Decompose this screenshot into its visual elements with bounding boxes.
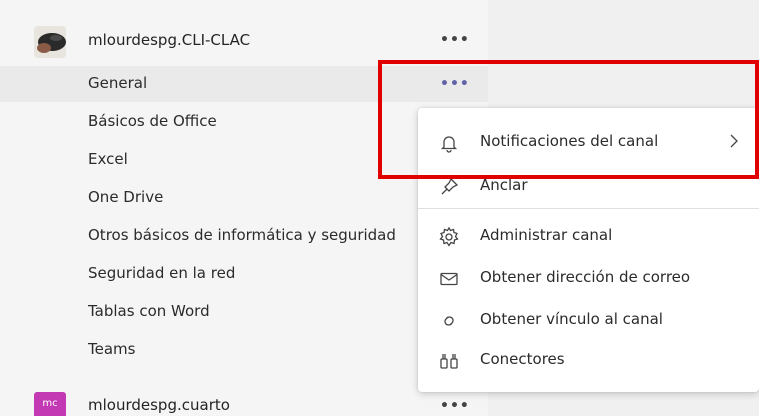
more-options-icon[interactable]: ••• (440, 398, 470, 414)
menu-item-label: Conectores (480, 350, 565, 368)
connectors-icon (438, 350, 460, 372)
menu-item-conectores[interactable]: Conectores (418, 340, 759, 380)
channel-label: Otros básicos de informática y seguridad (88, 226, 396, 244)
team-avatar: mc (34, 392, 66, 416)
highlight-annotation-box (378, 60, 759, 179)
pin-icon (438, 176, 460, 198)
menu-item-label: Obtener vínculo al canal (480, 310, 663, 328)
menu-item-label: Administrar canal (480, 226, 613, 244)
channel-label: General (88, 74, 148, 92)
channel-label: Básicos de Office (88, 112, 217, 130)
channel-item-tablas-word[interactable]: Tablas con Word (0, 294, 488, 330)
team-name: mlourdespg.CLI-CLAC (88, 31, 251, 49)
channel-item-otros-basicos[interactable]: Otros básicos de informática y seguridad (0, 218, 488, 254)
team-avatar (34, 26, 66, 58)
channel-item-one-drive[interactable]: One Drive (0, 180, 488, 216)
channel-item-teams[interactable]: Teams (0, 332, 488, 368)
menu-item-label: Obtener dirección de correo (480, 268, 691, 286)
team-header[interactable]: mlourdespg.cuarto ••• (0, 386, 488, 416)
channel-label: Excel (88, 150, 128, 168)
gear-icon (438, 226, 460, 248)
channel-label: One Drive (88, 188, 164, 206)
channel-item-seguridad-red[interactable]: Seguridad en la red (0, 256, 488, 292)
more-options-icon[interactable]: ••• (440, 32, 470, 48)
channel-label: Teams (88, 340, 136, 358)
menu-item-administrar[interactable]: Administrar canal (418, 216, 759, 256)
channel-label: Tablas con Word (88, 302, 210, 320)
channel-label: Seguridad en la red (88, 264, 236, 282)
menu-item-vinculo[interactable]: Obtener vínculo al canal (418, 300, 759, 340)
link-icon (438, 310, 460, 332)
menu-divider (418, 208, 759, 209)
mail-icon (438, 268, 460, 290)
menu-item-correo[interactable]: Obtener dirección de correo (418, 258, 759, 298)
team-header[interactable]: mlourdespg.CLI-CLAC ••• (0, 22, 488, 58)
team-name: mlourdespg.cuarto (88, 396, 230, 414)
